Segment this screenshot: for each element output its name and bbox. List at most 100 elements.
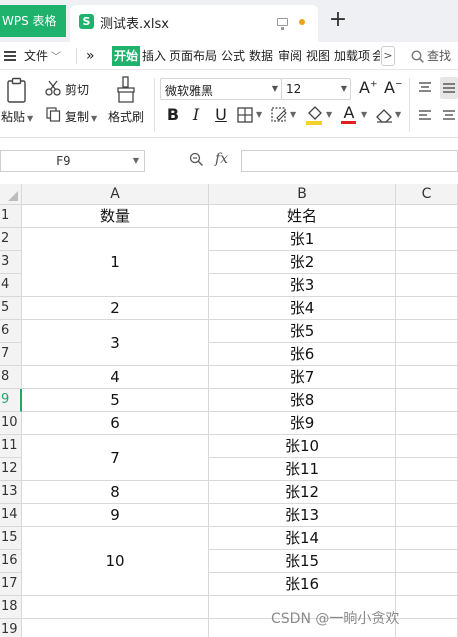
tab-review[interactable]: 审阅: [278, 42, 302, 70]
cell[interactable]: 张8: [209, 389, 396, 412]
file-tab[interactable]: S 测试表.xlsx: [70, 5, 318, 42]
chevron-down-icon[interactable]: ▼: [395, 110, 401, 119]
row-header[interactable]: 11: [0, 435, 22, 458]
cell[interactable]: 5: [22, 389, 209, 412]
cell[interactable]: 2: [22, 297, 209, 320]
borders-icon[interactable]: [237, 107, 253, 123]
row-header[interactable]: 3: [0, 251, 22, 274]
cell[interactable]: [396, 412, 458, 435]
cell[interactable]: 张2: [209, 251, 396, 274]
cell[interactable]: [396, 343, 458, 366]
cell[interactable]: 数量: [22, 205, 209, 228]
scissors-icon[interactable]: [45, 80, 61, 96]
cell[interactable]: [396, 320, 458, 343]
cell[interactable]: 张5: [209, 320, 396, 343]
paste-icon[interactable]: [6, 77, 28, 103]
monitor-icon[interactable]: [277, 18, 288, 30]
cell[interactable]: [396, 297, 458, 320]
cell[interactable]: [396, 619, 458, 637]
cell[interactable]: 张16: [209, 573, 396, 596]
cell[interactable]: 张11: [209, 458, 396, 481]
merged-cell[interactable]: 10: [22, 527, 209, 596]
cell[interactable]: [396, 527, 458, 550]
font-family-select[interactable]: 微软雅黑 ▼: [160, 78, 282, 100]
format-painter-icon[interactable]: [115, 76, 137, 104]
cell[interactable]: [396, 205, 458, 228]
tabs-overflow-button[interactable]: >: [381, 46, 395, 66]
row-header[interactable]: 10: [0, 412, 22, 435]
tab-formulas[interactable]: 公式: [221, 42, 245, 70]
row-header[interactable]: 17: [0, 573, 22, 596]
zoom-icon[interactable]: [189, 152, 203, 166]
cell[interactable]: 4: [22, 366, 209, 389]
cell[interactable]: [396, 251, 458, 274]
cell[interactable]: 张14: [209, 527, 396, 550]
row-header[interactable]: 7: [0, 343, 22, 366]
column-header-b[interactable]: B: [209, 184, 396, 205]
ribbon-expand-button[interactable]: »: [86, 42, 95, 70]
spreadsheet-grid[interactable]: A B C 1 2 3 4 5 6 7 8 9 10 11 12 13 14 15 16 17 18 19 数量 1 2 3…: [0, 184, 458, 637]
cell[interactable]: [22, 619, 209, 637]
bold-button[interactable]: B: [163, 104, 183, 126]
cell[interactable]: 张9: [209, 412, 396, 435]
cell[interactable]: 张13: [209, 504, 396, 527]
cell[interactable]: [396, 366, 458, 389]
chevron-down-icon[interactable]: ▼: [361, 110, 367, 119]
cell[interactable]: [396, 228, 458, 251]
cell[interactable]: [396, 458, 458, 481]
row-header[interactable]: 1: [0, 205, 22, 228]
cell[interactable]: 张15: [209, 550, 396, 573]
font-color-icon[interactable]: A: [341, 103, 357, 122]
file-menu[interactable]: 文件 ﹀: [24, 42, 61, 70]
row-header[interactable]: 4: [0, 274, 22, 297]
row-header[interactable]: 12: [0, 458, 22, 481]
row-header[interactable]: 18: [0, 596, 22, 619]
formula-input[interactable]: [241, 150, 458, 172]
row-header[interactable]: 13: [0, 481, 22, 504]
underline-button[interactable]: U: [211, 104, 231, 126]
row-header[interactable]: 2: [0, 228, 22, 251]
paste-button[interactable]: 粘贴 ▼: [1, 108, 33, 125]
column-header-a[interactable]: A: [22, 184, 209, 205]
cut-button[interactable]: 剪切: [65, 81, 89, 98]
align-middle-button[interactable]: [440, 77, 458, 99]
align-center-icon[interactable]: [442, 109, 456, 121]
copy-icon[interactable]: [46, 107, 61, 122]
row-header[interactable]: 14: [0, 504, 22, 527]
tab-insert[interactable]: 插入: [142, 42, 166, 70]
new-tab-button[interactable]: +: [325, 5, 351, 35]
column-header-c[interactable]: C: [396, 184, 458, 205]
tab-home[interactable]: 开始: [112, 46, 141, 66]
cell[interactable]: [396, 481, 458, 504]
decrease-font-size-icon[interactable]: A−: [384, 78, 403, 97]
eraser-icon[interactable]: [375, 107, 393, 123]
cell[interactable]: [396, 596, 458, 619]
tab-page-layout[interactable]: 页面布局: [169, 42, 217, 70]
cell[interactable]: [396, 573, 458, 596]
cell[interactable]: [396, 274, 458, 297]
cell[interactable]: 张10: [209, 435, 396, 458]
cell[interactable]: 8: [22, 481, 209, 504]
align-top-icon[interactable]: [418, 81, 432, 93]
search-icon[interactable]: [411, 50, 424, 63]
row-header[interactable]: 16: [0, 550, 22, 573]
cell[interactable]: [22, 596, 209, 619]
cell[interactable]: 6: [22, 412, 209, 435]
row-header[interactable]: 19: [0, 619, 22, 637]
align-left-icon[interactable]: [418, 109, 432, 121]
row-header[interactable]: 8: [0, 366, 22, 389]
chevron-down-icon[interactable]: ▼: [256, 110, 262, 119]
row-header[interactable]: 5: [0, 297, 22, 320]
tab-addins[interactable]: 加载项: [334, 42, 370, 70]
copy-button[interactable]: 复制 ▼: [65, 108, 97, 125]
tab-data[interactable]: 数据: [249, 42, 273, 70]
italic-button[interactable]: I: [186, 104, 206, 126]
row-header[interactable]: 6: [0, 320, 22, 343]
cell[interactable]: [396, 550, 458, 573]
merged-cell[interactable]: 7: [22, 435, 209, 481]
cell[interactable]: 姓名: [209, 205, 396, 228]
wps-home-tab[interactable]: WPS 表格: [0, 5, 66, 37]
cell[interactable]: [396, 389, 458, 412]
merged-cell[interactable]: 1: [22, 228, 209, 297]
fill-color-icon[interactable]: [305, 104, 323, 126]
